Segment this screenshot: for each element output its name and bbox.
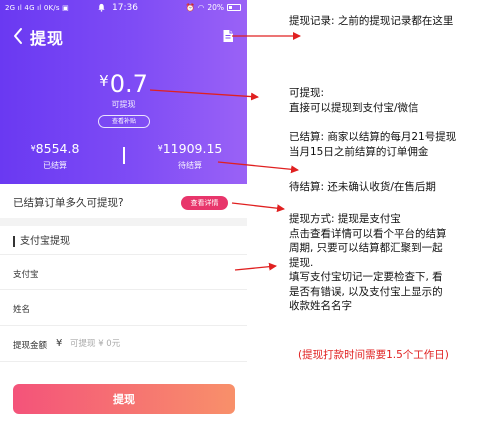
settled-amount: ¥8554.8 [15,141,95,156]
annotation-line: 当月15日之前结算的订单佣金 [289,145,429,158]
annotation-line: 可提现: [289,87,325,99]
annotation-withdrawable: 可提现: 直接可以提现到支付宝/微信 [289,86,419,115]
withdraw-submit-button[interactable]: 提现 [13,384,235,414]
annotation-settled: 已结算: 商家以结算的每月21号提现 当月15日之前结算的订单佣金 [289,130,456,159]
annotation-line: 直接可以提现到支付宝/微信 [289,101,419,114]
annotation-line: 周期, 只要可以结算都汇聚到一起 [289,242,443,254]
settlement-question: 已结算订单多久可提现? [13,197,124,209]
annotation-line: 点击查看详情可以看个平台的结算 [289,227,447,240]
annotation-line: 是否有错误, 以及支付宝上显示的 [289,285,443,298]
annotation-line: 提现方式: 提现是支付宝 [289,213,401,225]
settlement-question-bar: 已结算订单多久可提现? 查看详情 [0,184,247,218]
withdrawable-amount: ¥0.7 [0,70,247,98]
clock: 17:36 [112,3,138,13]
name-label: 姓名 [13,305,31,315]
withdraw-header-panel: 2G ıl 4G ıl 0K/s ▣ 17:36 ⏰ ◠ 20% 提现 ¥0.7… [0,0,247,184]
withdrawable-label: 可提现 [111,100,136,109]
alarm-icon: ⏰ [185,3,195,12]
pending-value: 11909.15 [162,141,223,156]
phone-screen: 2G ıl 4G ıl 0K/s ▣ 17:36 ⏰ ◠ 20% 提现 ¥0.7… [0,0,247,431]
alipay-section-title: 支付宝提现 [13,236,70,247]
view-subsidy-button[interactable]: 查看补贴 [98,115,150,128]
back-arrow-icon[interactable] [12,26,24,46]
annotation-line: 收款姓名名字 [289,300,352,312]
withdrawable-value: 0.7 [109,70,148,98]
annotation-time-note: (提现打款时间需要1.5个工作日) [298,349,449,361]
pending-amount: ¥11909.15 [150,141,230,156]
settled-value: 8554.8 [35,141,80,156]
amount-row: 提现金额 ¥ [0,326,247,362]
annotation-line: 填写支付宝切记一定要检查下, 看 [289,271,443,283]
page-title: 提现 [30,29,65,48]
pending-label: 待结算 [178,161,202,170]
stat-divider [123,147,125,164]
notification-bell-icon [98,3,105,12]
withdraw-amount-input[interactable] [70,336,247,352]
battery-icon [227,4,241,11]
withdraw-record-icon[interactable] [222,29,235,43]
view-details-button[interactable]: 查看详情 [181,196,228,210]
annotation-record: 提现记录: 之前的提现记录都在这里 [289,15,454,27]
settled-stat: ¥8554.8 已结算 [15,141,95,171]
amount-label: 提现金额 [13,341,48,351]
amount-currency: ¥ [56,338,63,349]
name-row: 姓名 [0,290,247,326]
annotation-line: 提现. [289,256,314,269]
annotation-pending: 待结算: 还未确认收货/在售后期 [289,181,436,193]
settled-label: 已结算 [43,161,67,170]
pending-stat: ¥11909.15 待结算 [150,141,230,171]
section-separator [0,218,247,226]
status-bar: 2G ıl 4G ıl 0K/s ▣ 17:36 ⏰ ◠ 20% [0,0,247,18]
wifi-icon: ◠ [197,3,205,12]
battery-percent: 20% [207,3,224,12]
alipay-account-input[interactable] [52,265,232,281]
battery-status: ⏰ ◠ 20% [185,3,241,12]
alipay-row: 支付宝 [0,254,247,290]
withdrawable-currency: ¥ [99,72,109,90]
alipay-label: 支付宝 [13,270,39,280]
name-input[interactable] [52,300,232,316]
annotation-method: 提现方式: 提现是支付宝 点击查看详情可以看个平台的结算 周期, 只要可以结算都… [289,212,447,314]
annotation-line: 已结算: 商家以结算的每月21号提现 [289,131,457,143]
signal-status: 2G ıl 4G ıl 0K/s ▣ [5,4,69,12]
